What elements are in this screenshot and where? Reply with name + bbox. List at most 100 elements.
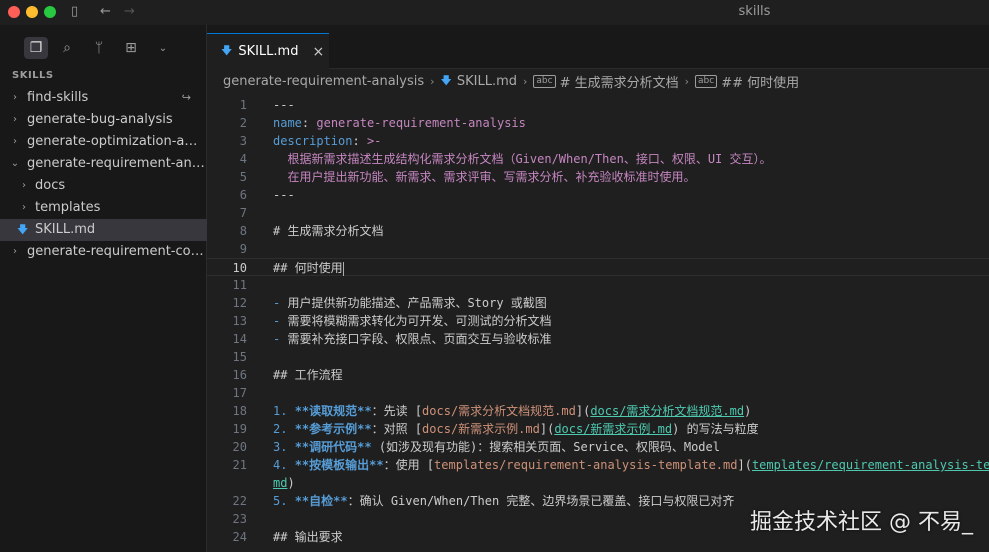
code-line[interactable]: 19 2. **参考示例**：对照 [docs/新需求示例.md](docs/新需… — [207, 420, 989, 438]
line-text: name: generate-requirement-analysis — [273, 116, 526, 130]
line-number: 17 — [232, 386, 247, 400]
tree-item-generate-requirement-coding[interactable]: › generate-requirement-codi... — [0, 241, 207, 263]
breadcrumb-file[interactable]: SKILL.md — [457, 74, 517, 89]
code-line[interactable]: 21 4. **按模板输出**：使用 [templates/requirement… — [207, 456, 989, 474]
tree-item-generate-optimization-analysis[interactable]: › generate-optimization-anal... — [0, 131, 207, 153]
code-line[interactable]: 15 — [207, 348, 989, 366]
markdown-file-icon: 🡇 — [221, 44, 233, 57]
line-text: 1. **读取规范**：先读 [docs/需求分析文档规范.md](docs/需… — [273, 404, 752, 418]
line-number: 9 — [239, 242, 247, 256]
chevron-right-icon: › — [22, 180, 26, 191]
breadcrumb-folder[interactable]: generate-requirement-analysis — [223, 74, 424, 89]
line-number: 20 — [232, 440, 247, 454]
tree-item-label: generate-optimization-anal... — [27, 134, 205, 149]
line-number: 2 — [239, 116, 247, 130]
editor-tab-bar: 🡇 SKILL.md × — [207, 25, 989, 69]
breadcrumb-symbol-subheading[interactable]: ## 何时使用 — [721, 72, 799, 91]
window-title: skills — [738, 4, 771, 19]
code-line[interactable]: 12 - 用户提供新功能描述、产品需求、Story 或截图 — [207, 294, 989, 312]
extensions-icon[interactable]: ⊞ — [119, 37, 143, 59]
tree-item-label: generate-requirement-codi... — [27, 244, 205, 259]
line-number: 11 — [232, 278, 247, 292]
tree-item-label: generate-bug-analysis — [27, 112, 173, 127]
line-number: 19 — [232, 422, 247, 436]
chevron-right-icon: › — [684, 74, 690, 88]
line-number: 5 — [239, 170, 247, 184]
line-text: 根据新需求描述生成结构化需求分析文档（Given/When/Then、接口、权限… — [273, 152, 772, 166]
breadcrumb-symbol-heading[interactable]: # 生成需求分析文档 — [560, 72, 679, 91]
code-line[interactable]: 9 — [207, 240, 989, 258]
code-line[interactable]: 18 1. **读取规范**：先读 [docs/需求分析文档规范.md](docs… — [207, 402, 989, 420]
string-symbol-icon: abc — [695, 74, 718, 88]
code-line[interactable]: 13 - 需要将模糊需求转化为可开发、可测试的分析文档 — [207, 312, 989, 330]
line-number: 21 — [232, 458, 247, 472]
sidebar-toolbar: ❐ ⌕ ᛘ ⊞ ⌄ — [0, 37, 207, 63]
title-bar: ▯ ← → skills — [0, 0, 989, 25]
tree-item-label: docs — [35, 178, 66, 193]
chevron-down-icon: ⌄ — [10, 158, 20, 169]
line-text: ## 输出要求 — [273, 530, 343, 544]
code-line[interactable]: 17 — [207, 384, 989, 402]
code-line[interactable]: 8 # 生成需求分析文档 — [207, 222, 989, 240]
string-symbol-icon: abc — [533, 74, 556, 88]
line-number: 14 — [232, 332, 247, 346]
symlink-icon: ↪ — [181, 91, 191, 104]
chevron-right-icon: › — [13, 136, 17, 147]
code-line[interactable]: 3 description: >- — [207, 132, 989, 150]
line-number: 22 — [232, 494, 247, 508]
code-line[interactable]: 16 ## 工作流程 — [207, 366, 989, 384]
code-line[interactable]: 14 - 需要补充接口字段、权限点、页面交互与验收标准 — [207, 330, 989, 348]
code-line[interactable]: 20 3. **调研代码** (如涉及现有功能)：搜索相关页面、Service、权… — [207, 438, 989, 456]
code-line[interactable]: 4 根据新需求描述生成结构化需求分析文档（Given/When/Then、接口、… — [207, 150, 989, 168]
line-number: 7 — [239, 206, 247, 220]
line-number: 8 — [239, 224, 247, 238]
tree-item-label: find-skills — [27, 90, 89, 105]
line-text: --- — [273, 188, 295, 202]
code-line[interactable]: 7 — [207, 204, 989, 222]
tree-item-label: generate-requirement-anal... — [27, 156, 205, 171]
tree-item-skill-md[interactable]: 🡇 SKILL.md — [0, 219, 207, 241]
explorer-icon[interactable]: ❐ — [24, 37, 48, 59]
search-icon[interactable]: ⌕ — [55, 37, 79, 59]
tree-item-templates[interactable]: › templates — [0, 197, 207, 219]
code-line[interactable]: 5 在用户提出新功能、新需求、需求评审、写需求分析、补充验收标准时使用。 — [207, 168, 989, 186]
line-text: description: >- — [273, 134, 382, 148]
close-icon[interactable]: × — [312, 44, 324, 60]
line-text: - 需要补充接口字段、权限点、页面交互与验收标准 — [273, 332, 552, 346]
source-control-icon[interactable]: ᛘ — [87, 37, 111, 59]
tree-item-find-skills[interactable]: › find-skills ↪ — [0, 87, 207, 109]
code-line[interactable]: 6 --- — [207, 186, 989, 204]
line-text: md) — [273, 476, 295, 490]
tree-item-generate-requirement-analysis[interactable]: ⌄ generate-requirement-anal... — [0, 153, 207, 175]
code-line[interactable]: 10 ## 何时使用 — [207, 258, 989, 276]
chevron-right-icon: › — [13, 114, 17, 125]
file-tree: › find-skills ↪ › generate-bug-analysis … — [0, 87, 207, 263]
line-number: 4 — [239, 152, 247, 166]
line-number: 18 — [232, 404, 247, 418]
tree-item-label: templates — [35, 200, 101, 215]
explorer-section-title[interactable]: SKILLS — [12, 70, 54, 81]
line-text: 在用户提出新功能、新需求、需求评审、写需求分析、补充验收标准时使用。 — [273, 170, 696, 184]
code-line[interactable]: 1 --- — [207, 96, 989, 114]
line-text: ## 何时使用 — [273, 261, 344, 276]
line-number: 6 — [239, 188, 247, 202]
line-text: --- — [273, 98, 295, 112]
line-text: # 生成需求分析文档 — [273, 224, 384, 238]
line-number: 24 — [232, 530, 247, 544]
line-text: - 需要将模糊需求转化为可开发、可测试的分析文档 — [273, 314, 552, 328]
line-text: 2. **参考示例**：对照 [docs/新需求示例.md](docs/新需求示… — [273, 422, 759, 436]
code-editor[interactable]: 1 --- 2 name: generate-requirement-analysis… — [207, 93, 989, 552]
code-line[interactable]: 11 — [207, 276, 989, 294]
explorer-sidebar: ❐ ⌕ ᛘ ⊞ ⌄ SKILLS › find-skills ↪ › gener… — [0, 25, 207, 552]
chevron-down-icon[interactable]: ⌄ — [151, 37, 175, 59]
code-line[interactable]: md) — [207, 474, 989, 492]
line-number: 16 — [232, 368, 247, 382]
tree-item-generate-bug-analysis[interactable]: › generate-bug-analysis — [0, 109, 207, 131]
markdown-file-icon: 🡇 — [17, 223, 29, 236]
code-line[interactable]: 2 name: generate-requirement-analysis — [207, 114, 989, 132]
chevron-right-icon: › — [13, 246, 17, 257]
breadcrumb: generate-requirement-analysis › 🡇 SKILL.… — [207, 69, 989, 93]
line-number: 13 — [232, 314, 247, 328]
tree-item-docs[interactable]: › docs — [0, 175, 207, 197]
tab-skill-md[interactable]: 🡇 SKILL.md × — [207, 33, 329, 69]
